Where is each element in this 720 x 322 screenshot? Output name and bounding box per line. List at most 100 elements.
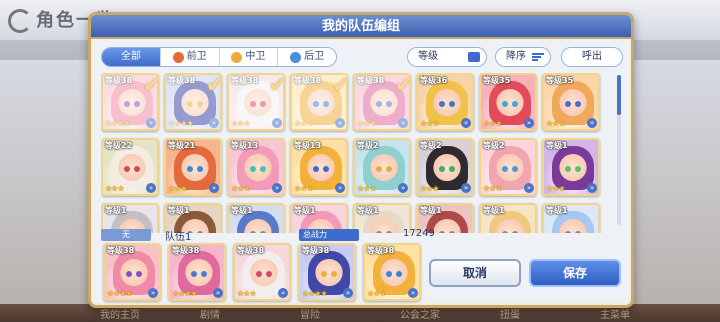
character-card[interactable]: 等级13 ★★★ » [227,138,285,196]
character-level: 等级2 [420,141,442,150]
footer-item: 主菜单 [600,310,630,321]
character-eye [575,166,581,172]
character-eye [201,271,207,277]
character-face [558,89,588,119]
character-card[interactable]: 等级38 ★★★ » ✔ [290,73,348,131]
role-tab[interactable]: 后卫 [278,48,336,66]
character-face [117,89,147,119]
selected-check-icon: ✔ [269,75,283,98]
role-tab[interactable]: 全部 [102,48,161,66]
character-card[interactable]: 等级1 ★★★ » [542,138,600,196]
character-eye [187,166,193,172]
team-member-card[interactable]: 等级38 ★★★ » [233,243,291,301]
character-eye [331,271,337,277]
character-eye [124,101,130,107]
character-portrait [111,81,153,125]
character-level: 等级38 [107,246,135,255]
star-rating: ★★★★ [107,289,133,298]
role-tab[interactable]: 前卫 [161,48,220,66]
character-card[interactable]: 等级38 ★★★★ » ✔ [164,73,222,131]
character-eye [396,271,402,277]
filter-icon [468,52,480,62]
character-eye [313,101,319,107]
character-portrait [174,81,216,125]
star-rating: ★★★ [237,289,256,298]
star-rating: ★★★ [420,184,439,193]
character-level: 等级38 [294,76,322,85]
selected-check-icon: ✔ [332,75,346,98]
character-card[interactable]: 等级2 ★★★ » [353,138,411,196]
character-level: 等级38 [302,246,330,255]
character-card[interactable]: 等级21 ★★★ » [164,138,222,196]
character-card[interactable]: 等级38 ★★★★ » ✔ [101,73,159,131]
character-card[interactable]: 等级35 ★★★ » [542,73,600,131]
total-power-label: 总战力 [299,229,359,241]
character-grid-area: 等级38★★★★»✔等级38★★★★»✔等级38★★★»✔等级38★★★»✔等级… [101,73,621,233]
character-eye [575,101,581,107]
character-face [369,154,399,184]
character-eye [565,166,571,172]
character-face [369,89,399,119]
character-eye [260,166,266,172]
rank-arrow-icon: » [587,183,597,193]
character-face [306,89,336,119]
character-eye [323,166,329,172]
character-eye [439,166,445,172]
scrollbar-thumb[interactable] [617,75,621,115]
character-card[interactable]: 等级38 ★★★ » ✔ [353,73,411,131]
character-card[interactable]: 等级35 ★★★ » [479,73,537,131]
call-out-button[interactable]: 呼出 [561,47,623,67]
character-level: 等级1 [546,141,568,150]
character-eye [197,166,203,172]
save-button[interactable]: 保存 [529,259,621,287]
star-rating: ★★★ [357,184,376,193]
character-eye [449,101,455,107]
cancel-button[interactable]: 取消 [429,259,521,287]
character-card[interactable]: 等级2 ★★★ » [479,138,537,196]
rank-arrow-icon: » [209,183,219,193]
character-level: 等级1 [105,206,127,215]
character-card[interactable]: 等级2 ★★★ » [416,138,474,196]
dialog-title: 我的队伍编组 [321,19,400,34]
character-grid: 等级38★★★★»✔等级38★★★★»✔等级38★★★»✔等级38★★★»✔等级… [101,73,600,233]
team-member-card[interactable]: 等级38 ★★★★ » [168,243,226,301]
level-filter-button[interactable]: 等级 [407,47,487,67]
star-rating: ★★★ [420,119,439,128]
rank-arrow-icon: » [524,118,534,128]
team-member-card[interactable]: 等级38 ★★★★ » [103,243,161,301]
rank-arrow-icon: » [524,183,534,193]
footer-item: 冒险 [300,310,320,321]
character-eye [197,101,203,107]
character-face [180,154,210,184]
level-filter-label: 等级 [418,51,438,62]
character-eye [512,101,518,107]
character-card[interactable]: 等级13 ★★★ » [290,138,348,196]
rank-arrow-icon: » [278,288,288,298]
team-member-card[interactable]: 等级38 ★★★ » [363,243,421,301]
grid-scrollbar[interactable] [617,75,621,225]
rank-arrow-icon: » [213,288,223,298]
character-face [119,259,149,289]
rank-arrow-icon: » [408,288,418,298]
character-level: 等级1 [483,206,505,215]
character-level: 等级38 [231,76,259,85]
character-face [249,259,279,289]
sort-order-button[interactable]: 降序 [495,47,551,67]
character-level: 等级38 [237,246,265,255]
selected-check-icon: ✔ [395,75,409,98]
character-eye [386,271,392,277]
team-member-card[interactable]: 等级38 ★★★★ » [298,243,356,301]
character-card[interactable]: 等级38 ★★★ » ✔ [227,73,285,131]
character-card[interactable]: 等级36 ★★★ » [416,73,474,131]
star-rating: ★★★ [231,184,250,193]
character-card[interactable]: 等级22 ★★★ » [101,138,159,196]
character-eye [134,166,140,172]
star-rating: ★★★★ [302,289,328,298]
role-tab[interactable]: 中卫 [220,48,279,66]
star-rating: ★★★ [367,289,386,298]
character-face [495,154,525,184]
character-face [379,259,409,289]
footer-item: 我的主页 [100,310,140,321]
rank-arrow-icon: » [587,118,597,128]
character-level: 等级1 [420,206,442,215]
